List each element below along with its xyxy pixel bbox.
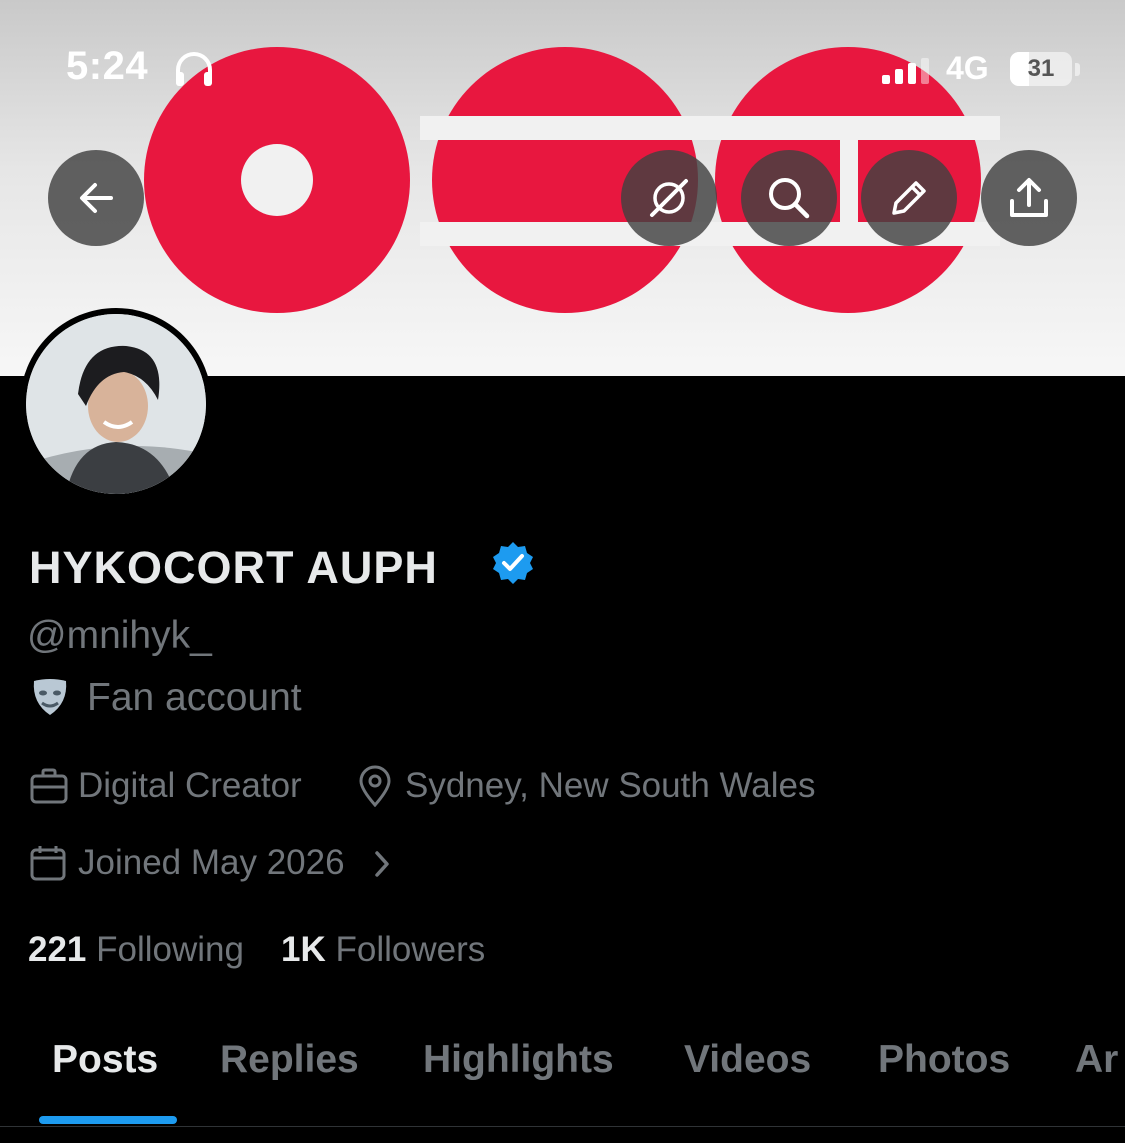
- followers-stat[interactable]: 1K Followers: [281, 930, 485, 970]
- search-button[interactable]: [741, 150, 837, 246]
- cellular-signal-icon: [882, 58, 929, 84]
- verified-badge-icon[interactable]: [490, 540, 536, 586]
- followers-count: 1K: [281, 930, 326, 969]
- following-stat[interactable]: 221 Following: [28, 930, 244, 970]
- profile-screen: 5:24 4G 31 HYKOCORT AUPH @mnihyk_ Fan ac…: [0, 0, 1125, 1143]
- handle: @mnihyk_: [27, 614, 212, 657]
- followers-label: Followers: [335, 930, 486, 969]
- tab-highlights[interactable]: Highlights: [423, 1038, 614, 1082]
- briefcase-icon: [30, 768, 68, 804]
- tab-videos[interactable]: Videos: [684, 1038, 811, 1082]
- avatar-photo: [26, 314, 206, 494]
- professional-category: Fan account: [87, 676, 302, 719]
- headphones-icon: [176, 52, 212, 86]
- profile-tabs: Posts Replies Highlights Videos Photos A…: [0, 1030, 1125, 1143]
- following-count: 221: [28, 930, 87, 969]
- battery-level: [1010, 52, 1030, 86]
- tab-posts[interactable]: Posts: [52, 1038, 158, 1082]
- tabs-divider: [0, 1126, 1125, 1127]
- join-date: Joined May 2026: [78, 843, 345, 882]
- pencil-icon: [892, 181, 926, 215]
- tab-articles[interactable]: Ar: [1075, 1038, 1118, 1082]
- profession: Digital Creator: [78, 766, 302, 805]
- active-tab-indicator: [39, 1116, 177, 1124]
- battery-percentage: 31: [1027, 55, 1055, 82]
- search-icon: [769, 178, 810, 219]
- chevron-right-icon[interactable]: [372, 850, 392, 878]
- back-button[interactable]: [48, 150, 144, 246]
- battery-indicator: 31: [1010, 52, 1072, 86]
- grok-icon: [650, 179, 688, 217]
- status-time: 5:24: [66, 44, 149, 88]
- network-type: 4G: [946, 50, 989, 86]
- display-name: HYKOCORT AUPH: [29, 542, 438, 593]
- tab-photos[interactable]: Photos: [878, 1038, 1010, 1082]
- avatar[interactable]: [20, 308, 212, 500]
- calendar-icon: [30, 846, 66, 881]
- grok-button[interactable]: [621, 150, 717, 246]
- share-button[interactable]: [981, 150, 1077, 246]
- battery-tip: [1075, 63, 1080, 76]
- location: Sydney, New South Wales: [405, 766, 816, 805]
- theater-masks-icon: [33, 679, 67, 715]
- following-label: Following: [96, 930, 244, 969]
- arrow-left-icon: [80, 183, 113, 213]
- location-pin-icon: [359, 765, 391, 807]
- tab-replies[interactable]: Replies: [220, 1038, 359, 1082]
- share-icon: [1010, 178, 1048, 217]
- edit-button[interactable]: [861, 150, 957, 246]
